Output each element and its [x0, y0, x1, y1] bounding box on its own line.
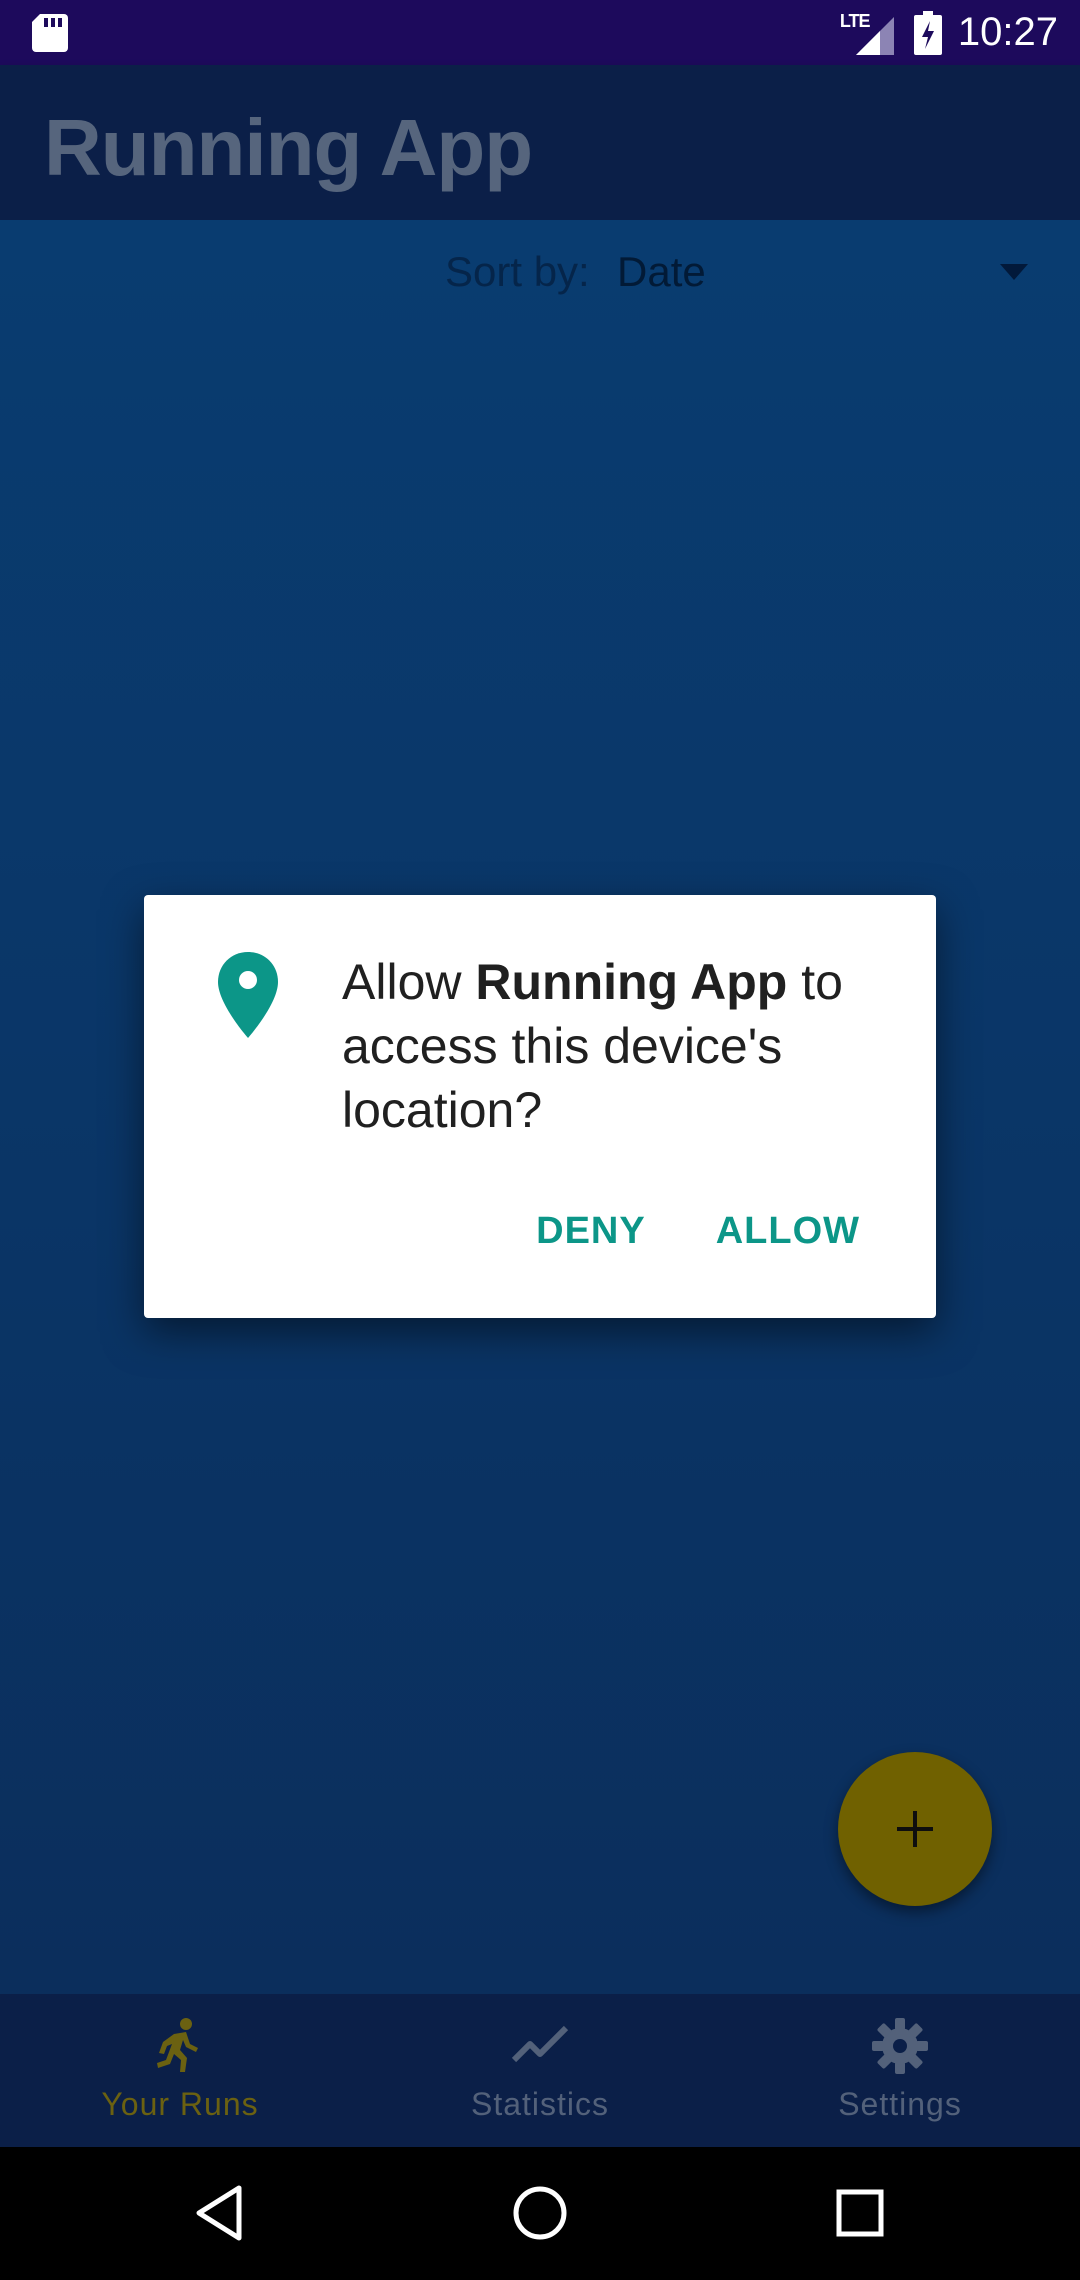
add-run-button[interactable]	[838, 1752, 992, 1906]
bottom-navigation: Your Runs Statistics Settings	[0, 1994, 1080, 2147]
dialog-app-name: Running App	[475, 954, 788, 1010]
nav-item-settings[interactable]: Settings	[720, 1994, 1080, 2147]
system-navigation-bar	[0, 2147, 1080, 2280]
home-icon[interactable]	[507, 2180, 573, 2246]
nav-item-your-runs[interactable]: Your Runs	[0, 1994, 360, 2147]
allow-button[interactable]: ALLOW	[716, 1210, 860, 1253]
back-icon[interactable]	[187, 2180, 253, 2246]
nav-label-your-runs: Your Runs	[101, 2086, 259, 2122]
runner-icon	[157, 2018, 198, 2072]
gear-icon	[872, 2018, 928, 2074]
app-bar: Running App	[0, 65, 1080, 220]
trend-line-icon	[511, 2025, 569, 2063]
location-pin-icon	[218, 952, 278, 1038]
sort-selected-value[interactable]: Date	[617, 248, 706, 296]
sd-card-icon	[32, 14, 68, 52]
dialog-actions: DENY ALLOW	[536, 1210, 860, 1253]
nav-label-settings: Settings	[838, 2086, 962, 2122]
plus-icon	[897, 1811, 933, 1847]
lte-signal-icon: LTE	[840, 11, 896, 55]
status-bar: LTE 10:27	[0, 0, 1080, 65]
location-permission-dialog: Allow Running App to access this device'…	[144, 895, 936, 1318]
page-title: Running App	[44, 103, 533, 192]
sort-dropdown[interactable]: Sort by: Date	[0, 248, 1080, 308]
dialog-message: Allow Running App to access this device'…	[342, 950, 902, 1142]
nav-label-statistics: Statistics	[470, 2086, 610, 2122]
dialog-message-prefix: Allow	[342, 954, 476, 1010]
clock: 10:27	[957, 10, 1058, 54]
sort-label: Sort by:	[445, 248, 590, 295]
nav-item-statistics[interactable]: Statistics	[360, 1994, 720, 2147]
dropdown-arrow-icon[interactable]	[1000, 264, 1028, 280]
deny-button[interactable]: DENY	[536, 1210, 646, 1253]
recents-icon[interactable]	[827, 2180, 893, 2246]
battery-charging-icon	[913, 10, 942, 55]
